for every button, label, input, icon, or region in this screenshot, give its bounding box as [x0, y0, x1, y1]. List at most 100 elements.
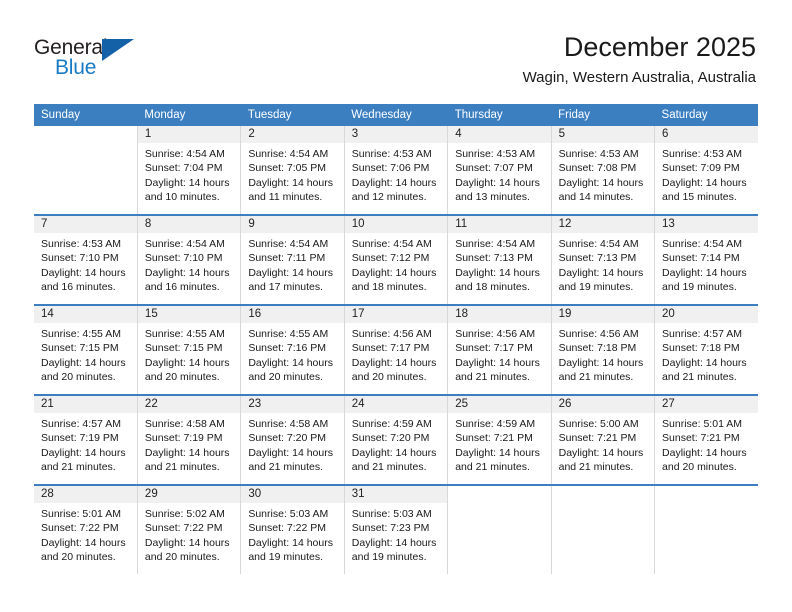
day-details: Sunrise: 4:55 AM Sunset: 7:16 PM Daylight:… [241, 323, 343, 385]
sunset-text: Sunset: 7:09 PM [662, 162, 740, 175]
calendar-week-row: 28 Sunrise: 5:01 AM Sunset: 7:22 PM Dayligh… [34, 484, 758, 574]
calendar-day-cell[interactable]: 10 Sunrise: 4:54 AM Sunset: 7:12 PM Dayligh… [343, 214, 448, 305]
daylight-text: Daylight: 14 hours and 21 minutes. [455, 356, 540, 384]
day-details: Sunrise: 4:59 AM Sunset: 7:21 PM Daylight:… [448, 413, 550, 475]
calendar-day-cell[interactable]: 24 Sunrise: 4:59 AM Sunset: 7:20 PM Dayligh… [343, 394, 448, 485]
sunrise-text: Sunrise: 5:01 AM [662, 418, 742, 430]
day-details: Sunrise: 4:53 AM Sunset: 7:08 PM Daylight:… [552, 143, 654, 205]
calendar-day-cell[interactable]: 26 Sunrise: 5:00 AM Sunset: 7:21 PM Dayligh… [550, 394, 655, 485]
calendar-week-row: 1 Sunrise: 4:54 AM Sunset: 7:04 PM Daylight… [34, 126, 758, 215]
calendar-day-cell[interactable]: 17 Sunrise: 4:56 AM Sunset: 7:17 PM Dayligh… [343, 304, 448, 395]
daylight-text: Daylight: 14 hours and 21 minutes. [41, 446, 126, 474]
sunset-text: Sunset: 7:14 PM [662, 252, 740, 265]
generalblue-logo[interactable]: General Blue [34, 36, 144, 82]
day-details: Sunrise: 4:53 AM Sunset: 7:10 PM Daylight:… [34, 233, 137, 295]
day-number: 2 [241, 126, 344, 143]
day-number: 9 [241, 216, 344, 233]
calendar-day-cell[interactable]: 18 Sunrise: 4:56 AM Sunset: 7:17 PM Dayligh… [447, 304, 552, 395]
calendar-day-cell[interactable]: 4 Sunrise: 4:53 AM Sunset: 7:07 PM Daylight… [447, 126, 552, 215]
day-number: 11 [448, 216, 551, 233]
sunrise-text: Sunrise: 4:54 AM [455, 238, 536, 250]
calendar-week-row: 7 Sunrise: 4:53 AM Sunset: 7:10 PM Daylight… [34, 214, 758, 305]
calendar-header-row: Sunday Monday Tuesday Wednesday Thursday… [34, 104, 758, 126]
sunrise-text: Sunrise: 4:54 AM [248, 148, 329, 160]
day-details: Sunrise: 4:57 AM Sunset: 7:19 PM Daylight:… [34, 413, 137, 475]
logo-text-blue: Blue [55, 56, 97, 79]
calendar-day-cell[interactable]: 20 Sunrise: 4:57 AM Sunset: 7:18 PM Dayligh… [654, 304, 758, 395]
calendar-day-cell[interactable]: 21 Sunrise: 4:57 AM Sunset: 7:19 PM Dayligh… [34, 394, 138, 485]
day-number: 21 [34, 396, 137, 413]
page-header: General Blue December 2025 Wagin, Wester… [0, 0, 792, 100]
page-title: December 2025 [563, 32, 756, 62]
daylight-text: Daylight: 14 hours and 20 minutes. [41, 356, 126, 384]
sunset-text: Sunset: 7:22 PM [144, 522, 223, 535]
daylight-text: Daylight: 14 hours and 21 minutes. [144, 446, 230, 474]
calendar-day-cell[interactable]: 29 Sunrise: 5:02 AM Sunset: 7:22 PM Dayligh… [136, 484, 241, 574]
sunset-text: Sunset: 7:19 PM [144, 432, 223, 445]
day-details: Sunrise: 4:57 AM Sunset: 7:18 PM Daylight:… [655, 323, 758, 385]
calendar-day-cell[interactable]: 23 Sunrise: 4:58 AM Sunset: 7:20 PM Dayligh… [240, 394, 345, 485]
calendar-day-cell[interactable]: 31 Sunrise: 5:03 AM Sunset: 7:23 PM Dayligh… [343, 484, 448, 574]
daylight-text: Daylight: 14 hours and 11 minutes. [248, 176, 333, 204]
calendar-day-cell[interactable]: 12 Sunrise: 4:54 AM Sunset: 7:13 PM Dayligh… [550, 214, 655, 305]
daylight-text: Daylight: 14 hours and 15 minutes. [662, 176, 747, 204]
sunrise-text: Sunrise: 4:58 AM [144, 418, 225, 430]
daylight-text: Daylight: 14 hours and 21 minutes. [662, 356, 747, 384]
calendar-day-cell[interactable]: 16 Sunrise: 4:55 AM Sunset: 7:16 PM Dayligh… [240, 304, 345, 395]
day-details: Sunrise: 4:55 AM Sunset: 7:15 PM Daylight:… [34, 323, 137, 385]
day-number: 23 [241, 396, 344, 413]
calendar-day-cell[interactable]: 13 Sunrise: 4:54 AM Sunset: 7:14 PM Dayligh… [654, 214, 758, 305]
day-number: 25 [448, 396, 551, 413]
weekday-header-saturday: Saturday [654, 104, 758, 126]
sunset-text: Sunset: 7:18 PM [662, 342, 740, 355]
weekday-header-tuesday: Tuesday [240, 104, 345, 126]
sunset-text: Sunset: 7:15 PM [144, 342, 223, 355]
day-number: 30 [241, 486, 344, 503]
calendar-day-cell[interactable]: 15 Sunrise: 4:55 AM Sunset: 7:15 PM Dayligh… [136, 304, 241, 395]
daylight-text: Daylight: 14 hours and 20 minutes. [662, 446, 747, 474]
sunrise-text: Sunrise: 4:55 AM [41, 328, 121, 340]
daylight-text: Daylight: 14 hours and 12 minutes. [351, 176, 437, 204]
calendar-day-cell[interactable]: 9 Sunrise: 4:54 AM Sunset: 7:11 PM Daylight… [240, 214, 345, 305]
calendar-day-cell[interactable]: 7 Sunrise: 4:53 AM Sunset: 7:10 PM Daylight… [34, 214, 138, 305]
weekday-header-monday: Monday [137, 104, 241, 126]
day-details: Sunrise: 5:01 AM Sunset: 7:21 PM Daylight:… [655, 413, 758, 475]
day-number: 1 [137, 126, 241, 143]
sunset-text: Sunset: 7:10 PM [144, 252, 223, 265]
day-details: Sunrise: 4:54 AM Sunset: 7:12 PM Daylight:… [345, 233, 447, 295]
sunset-text: Sunset: 7:06 PM [351, 162, 430, 175]
logo-triangle-icon [102, 39, 134, 61]
sunset-text: Sunset: 7:05 PM [248, 162, 326, 175]
calendar-day-cell[interactable]: 27 Sunrise: 5:01 AM Sunset: 7:21 PM Dayligh… [654, 394, 758, 485]
sunset-text: Sunset: 7:22 PM [41, 522, 119, 535]
calendar-day-cell[interactable]: 14 Sunrise: 4:55 AM Sunset: 7:15 PM Dayligh… [34, 304, 138, 395]
day-details: Sunrise: 5:03 AM Sunset: 7:22 PM Daylight:… [241, 503, 343, 565]
daylight-text: Daylight: 14 hours and 20 minutes. [41, 536, 126, 564]
day-details: Sunrise: 4:54 AM Sunset: 7:14 PM Daylight:… [655, 233, 758, 295]
day-details: Sunrise: 4:54 AM Sunset: 7:11 PM Daylight:… [241, 233, 343, 295]
day-details: Sunrise: 4:54 AM Sunset: 7:05 PM Daylight:… [241, 143, 343, 205]
calendar-week-row: 21 Sunrise: 4:57 AM Sunset: 7:19 PM Dayligh… [34, 394, 758, 485]
calendar-day-cell[interactable]: 25 Sunrise: 4:59 AM Sunset: 7:21 PM Dayligh… [447, 394, 552, 485]
sunrise-text: Sunrise: 4:55 AM [248, 328, 329, 340]
calendar-day-cell[interactable]: 11 Sunrise: 4:54 AM Sunset: 7:13 PM Dayligh… [447, 214, 552, 305]
calendar-day-cell[interactable]: 5 Sunrise: 4:53 AM Sunset: 7:08 PM Daylight… [550, 126, 655, 215]
calendar-day-cell[interactable]: 1 Sunrise: 4:54 AM Sunset: 7:04 PM Daylight… [136, 126, 241, 215]
daylight-text: Daylight: 14 hours and 19 minutes. [351, 536, 437, 564]
calendar-day-cell[interactable]: 3 Sunrise: 4:53 AM Sunset: 7:06 PM Daylight… [343, 126, 448, 215]
day-number: 4 [448, 126, 551, 143]
calendar-day-cell[interactable]: 8 Sunrise: 4:54 AM Sunset: 7:10 PM Daylight… [136, 214, 241, 305]
daylight-text: Daylight: 14 hours and 16 minutes. [144, 266, 230, 294]
sunrise-text: Sunrise: 4:59 AM [455, 418, 536, 430]
day-number: 29 [137, 486, 241, 503]
calendar-day-cell[interactable]: 2 Sunrise: 4:54 AM Sunset: 7:05 PM Daylight… [240, 126, 345, 215]
sunset-text: Sunset: 7:23 PM [351, 522, 430, 535]
calendar-day-cell[interactable]: 30 Sunrise: 5:03 AM Sunset: 7:22 PM Dayligh… [240, 484, 345, 574]
day-details: Sunrise: 4:58 AM Sunset: 7:20 PM Daylight:… [241, 413, 343, 475]
calendar-day-cell[interactable]: 6 Sunrise: 4:53 AM Sunset: 7:09 PM Daylight… [654, 126, 758, 215]
sunset-text: Sunset: 7:10 PM [41, 252, 119, 265]
calendar-day-cell[interactable]: 22 Sunrise: 4:58 AM Sunset: 7:19 PM Dayligh… [136, 394, 241, 485]
calendar-day-cell[interactable]: 19 Sunrise: 4:56 AM Sunset: 7:18 PM Dayligh… [550, 304, 655, 395]
daylight-text: Daylight: 14 hours and 18 minutes. [351, 266, 437, 294]
calendar-day-cell[interactable]: 28 Sunrise: 5:01 AM Sunset: 7:22 PM Dayligh… [34, 484, 138, 574]
